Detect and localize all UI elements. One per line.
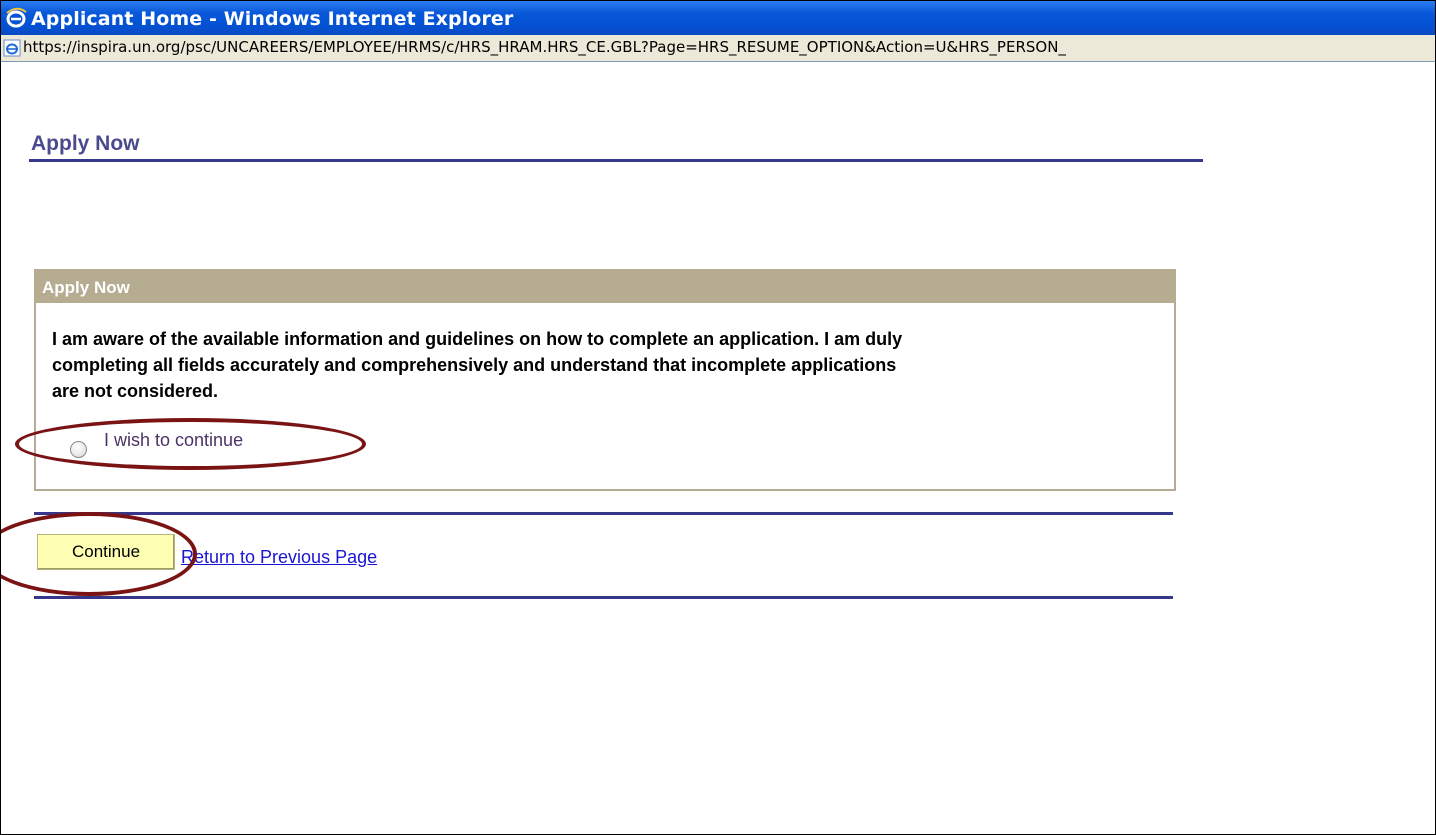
- page-title: Apply Now: [31, 132, 140, 155]
- address-bar[interactable]: https://inspira.un.org/psc/UNCAREERS/EMP…: [1, 35, 1435, 62]
- actions-top-divider: [34, 512, 1173, 515]
- title-bar[interactable]: Applicant Home - Windows Internet Explor…: [1, 1, 1435, 35]
- page-content: Apply Now Apply Now I am aware of the av…: [1, 62, 1435, 834]
- browser-window: Applicant Home - Windows Internet Explor…: [0, 0, 1436, 835]
- panel-header-label: Apply Now: [42, 278, 130, 297]
- return-to-previous-page-link[interactable]: Return to Previous Page: [181, 547, 377, 568]
- highlight-ellipse-radio: [15, 418, 366, 470]
- statement-line: I am aware of the available information …: [52, 329, 903, 349]
- title-divider: [29, 159, 1203, 162]
- actions-bottom-divider: [34, 596, 1173, 599]
- ie-logo-icon: [6, 7, 27, 28]
- panel-header: Apply Now: [36, 271, 1174, 303]
- address-url[interactable]: https://inspira.un.org/psc/UNCAREERS/EMP…: [23, 38, 1066, 56]
- statement-line: completing all fields accurately and com…: [52, 355, 897, 375]
- window-title: Applicant Home - Windows Internet Explor…: [31, 8, 514, 30]
- ie-page-icon: [3, 39, 21, 57]
- highlight-ellipse-button: [1, 512, 197, 596]
- statement-line: are not considered.: [52, 381, 219, 401]
- acknowledgement-statement: I am aware of the available information …: [52, 326, 1167, 404]
